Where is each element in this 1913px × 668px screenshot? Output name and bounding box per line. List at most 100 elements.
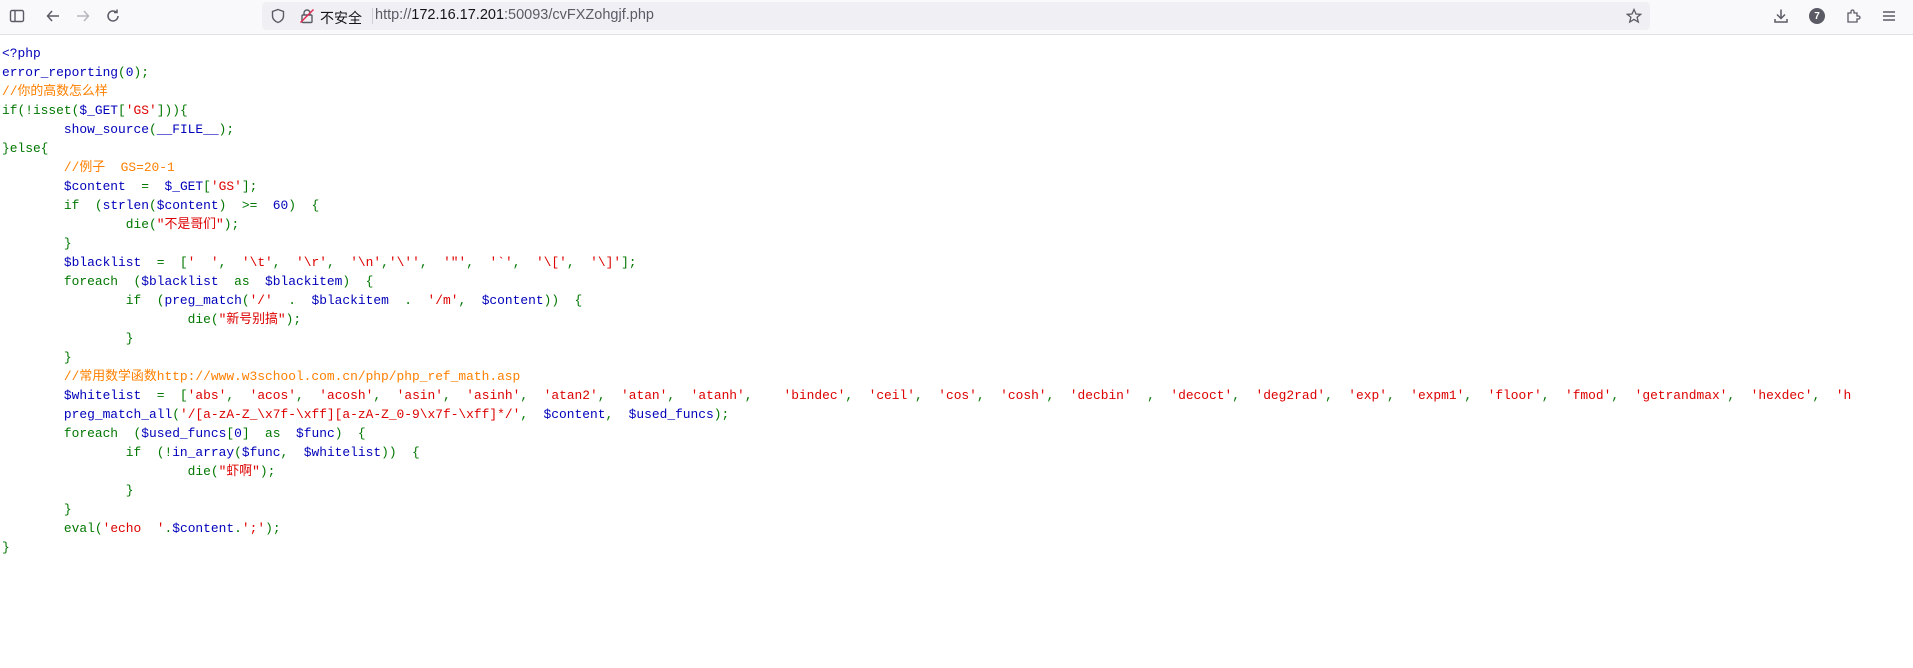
code-token: , bbox=[845, 388, 869, 403]
insecure-lock-icon[interactable] bbox=[299, 8, 315, 24]
code-token: '\r' bbox=[296, 255, 327, 270]
code-token: , bbox=[1812, 388, 1836, 403]
code-token: 'hexdec' bbox=[1750, 388, 1813, 403]
code-token: , bbox=[466, 255, 490, 270]
code-token: ( bbox=[172, 407, 180, 422]
code-token: , bbox=[520, 407, 544, 422]
code-token: ) { bbox=[288, 198, 320, 213]
code-token: $blackitem bbox=[265, 274, 343, 289]
sidebar-toggle-button[interactable] bbox=[4, 3, 30, 29]
code-token: 0 bbox=[125, 65, 134, 80]
code-line: error_reporting(0); bbox=[2, 63, 1851, 82]
code-token: as bbox=[234, 274, 266, 289]
code-token: 'getrandmax' bbox=[1634, 388, 1728, 403]
code-token: 'h bbox=[1835, 388, 1852, 403]
code-token: , bbox=[373, 388, 397, 403]
code-line: die("不是哥们"); bbox=[2, 215, 1851, 234]
code-token: 'deg2rad' bbox=[1255, 388, 1326, 403]
code-token: '\t' bbox=[241, 255, 273, 270]
code-token: = [ bbox=[156, 388, 188, 403]
code-token: 'atan2' bbox=[543, 388, 598, 403]
back-button[interactable] bbox=[40, 3, 66, 29]
code-token: 'decbin' bbox=[1069, 388, 1148, 403]
code-token: } bbox=[2, 236, 72, 251]
address-bar[interactable]: 不安全 http://172.16.17.201:50093/cvFXZohgj… bbox=[262, 2, 1650, 30]
url-separator bbox=[372, 8, 373, 24]
code-token: $content bbox=[156, 198, 219, 213]
code-token: die( bbox=[2, 312, 219, 327]
code-token: ) { bbox=[334, 426, 366, 441]
arrow-left-icon bbox=[46, 10, 59, 22]
code-line: } bbox=[2, 234, 1851, 253]
code-token: foreach ( bbox=[2, 274, 142, 289]
code-line: } bbox=[2, 348, 1851, 367]
code-token: ); bbox=[133, 65, 150, 80]
code-line: eval('echo '.$content.';'); bbox=[2, 519, 1851, 538]
extension-badge-button[interactable]: 7 bbox=[1804, 3, 1830, 29]
url-text[interactable]: http://172.16.17.201:50093/cvFXZohgjf.ph… bbox=[375, 7, 654, 23]
code-token: die( bbox=[2, 464, 219, 479]
code-token: in_array bbox=[172, 445, 235, 460]
code-token: 'atan' bbox=[620, 388, 668, 403]
code-token: ' ' bbox=[187, 255, 219, 270]
code-token: )) { bbox=[381, 445, 420, 460]
code-token: 'ceil' bbox=[868, 388, 915, 403]
code-token: 'acosh' bbox=[319, 388, 374, 403]
code-token: , bbox=[218, 255, 242, 270]
code-line: } bbox=[2, 329, 1851, 348]
code-token: , bbox=[381, 255, 389, 270]
code-token: if ( bbox=[2, 198, 103, 213]
code-token: '/' bbox=[249, 293, 289, 308]
code-token: $whitelist bbox=[63, 388, 157, 403]
code-token: , bbox=[443, 388, 467, 403]
code-token: preg_match_all bbox=[63, 407, 173, 422]
code-line: }else{ bbox=[2, 139, 1851, 158]
code-token: '\[' bbox=[535, 255, 567, 270]
code-token: 60 bbox=[272, 198, 289, 213]
shield-icon[interactable] bbox=[270, 8, 286, 24]
code-token: <?php bbox=[2, 46, 41, 61]
code-token: , bbox=[1611, 388, 1635, 403]
code-token: $used_funcs bbox=[141, 426, 227, 441]
sidebar-icon bbox=[9, 9, 25, 23]
bookmark-star-icon[interactable] bbox=[1626, 8, 1642, 24]
code-token: , bbox=[566, 255, 591, 270]
code-line: show_source(__FILE__); bbox=[2, 120, 1851, 139]
url-host: 172.16.17.201 bbox=[411, 7, 505, 23]
code-token: 'atanh' bbox=[690, 388, 745, 403]
code-token: ( bbox=[234, 445, 242, 460]
reload-button[interactable] bbox=[100, 3, 126, 29]
code-token: , bbox=[1147, 388, 1171, 403]
code-token: ); bbox=[285, 312, 302, 327]
code-token: [ bbox=[118, 103, 126, 118]
code-token: ]; bbox=[621, 255, 637, 270]
code-line: //你的高数怎么样 bbox=[2, 82, 1851, 101]
code-token: } bbox=[2, 350, 72, 365]
code-token: strlen bbox=[102, 198, 149, 213]
code-token: $_GET bbox=[164, 179, 204, 194]
code-token: 'cosh' bbox=[1000, 388, 1047, 403]
code-token: [ bbox=[226, 426, 235, 441]
extensions-button[interactable] bbox=[1840, 3, 1866, 29]
code-token: , bbox=[326, 255, 351, 270]
forward-button[interactable] bbox=[70, 3, 96, 29]
insecure-label[interactable]: 不安全 bbox=[320, 8, 362, 28]
code-token: 'abs' bbox=[187, 388, 227, 403]
code-token: $content bbox=[543, 407, 606, 422]
code-token: '`' bbox=[489, 255, 513, 270]
code-token: , bbox=[419, 255, 444, 270]
url-prefix: http:// bbox=[375, 7, 412, 23]
downloads-button[interactable] bbox=[1768, 3, 1794, 29]
code-token: , bbox=[226, 388, 250, 403]
code-token: , bbox=[976, 388, 1001, 403]
menu-button[interactable] bbox=[1876, 3, 1902, 29]
code-line: } bbox=[2, 481, 1851, 500]
code-token: } bbox=[2, 502, 72, 517]
code-token: } bbox=[2, 331, 134, 346]
code-token: "虾啊" bbox=[218, 464, 260, 479]
code-token: 'asinh' bbox=[466, 388, 521, 403]
code-token: error_reporting bbox=[2, 65, 119, 80]
